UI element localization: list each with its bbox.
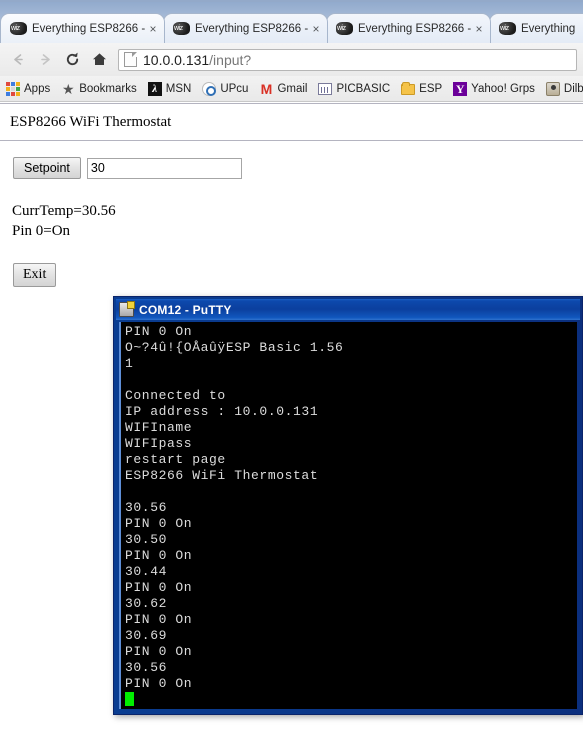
bookmark-label: ESP: [419, 82, 443, 95]
putty-window-icon: [119, 301, 135, 317]
tab-title: Everything: [521, 22, 576, 35]
browser-tab-1[interactable]: Everything ESP8266 - ×: [0, 13, 165, 43]
page-title: ESP8266 WiFi Thermostat: [10, 114, 172, 130]
terminal-line: Connected to: [125, 388, 226, 403]
browser-tab-4[interactable]: Everything: [489, 13, 583, 43]
terminal-line: 30.44: [125, 564, 168, 579]
bookmark-label: MSN: [165, 82, 192, 95]
navigation-toolbar: 10.0.0.131/input?: [0, 43, 583, 77]
bookmark-msn[interactable]: λ MSN: [147, 81, 192, 96]
tab-strip: Everything ESP8266 - × Everything ESP826…: [0, 0, 583, 43]
thermostat-page: ESP8266 WiFi Thermostat Setpoint CurrTem…: [0, 103, 583, 287]
tab-title: Everything ESP8266 -: [32, 22, 146, 35]
terminal-line: PIN 0 On: [125, 612, 193, 627]
terminal-line: 30.50: [125, 532, 168, 547]
bookmark-bookmarks[interactable]: ★ Bookmarks: [61, 82, 137, 96]
terminal-cursor-line: [125, 692, 577, 708]
terminal-line: PIN 0 On: [125, 644, 193, 659]
star-icon: ★: [61, 80, 75, 97]
bookmark-esp[interactable]: ESP: [401, 82, 442, 95]
msn-icon: λ: [147, 81, 162, 96]
browser-tab-2[interactable]: Everything ESP8266 - ×: [163, 13, 328, 43]
wiz-favicon-icon: [10, 22, 27, 35]
status-readout: CurrTemp=30.56 Pin 0=On: [12, 201, 583, 241]
block-cursor-icon: [125, 692, 134, 706]
page-icon: [124, 52, 137, 67]
terminal-line: O~?4û!{OÅaûÿESP Basic 1.56: [125, 340, 344, 355]
tab-close-icon[interactable]: ×: [309, 22, 323, 36]
gmail-icon: M: [260, 80, 273, 97]
bookmark-label: UPcu: [220, 82, 249, 95]
forward-button[interactable]: [32, 46, 59, 73]
exit-form: Exit: [13, 263, 583, 287]
browser-tabs: Everything ESP8266 - × Everything ESP826…: [0, 13, 583, 43]
putty-terminal[interactable]: PIN 0 On O~?4û!{OÅaûÿESP Basic 1.56 1 Co…: [119, 322, 577, 709]
back-button[interactable]: [5, 46, 32, 73]
terminal-line: 30.56: [125, 500, 168, 515]
setpoint-form: Setpoint: [13, 157, 583, 179]
terminal-line: WIFIpass: [125, 436, 193, 451]
bookmark-apps[interactable]: Apps: [6, 81, 51, 96]
terminal-line: IP address : 10.0.0.131: [125, 404, 319, 419]
terminal-line: PIN 0 On: [125, 580, 193, 595]
bookmark-dilbert[interactable]: Dilbe: [545, 81, 583, 96]
address-path: /input?: [209, 51, 252, 68]
upcu-icon: [202, 81, 217, 96]
terminal-line: 30.69: [125, 628, 168, 643]
terminal-line: ESP8266 WiFi Thermostat: [125, 468, 319, 483]
putty-title-bar[interactable]: COM12 - PuTTY: [116, 299, 580, 320]
terminal-line: restart page: [125, 452, 226, 467]
bookmark-label: PICBASIC: [336, 82, 391, 95]
terminal-line: PIN 0 On: [125, 676, 193, 691]
putty-title-text: COM12 - PuTTY: [139, 302, 232, 317]
exit-button[interactable]: Exit: [13, 263, 57, 287]
tab-close-icon[interactable]: ×: [472, 22, 486, 36]
bookmark-label: Apps: [24, 82, 51, 95]
divider-bottom: [0, 140, 583, 142]
bookmark-label: Yahoo! Grps: [471, 82, 535, 95]
address-bar[interactable]: 10.0.0.131/input?: [118, 48, 577, 71]
bookmark-upcu[interactable]: UPcu: [202, 81, 249, 96]
wiz-favicon-icon: [336, 22, 353, 35]
yahoo-icon: Y: [453, 81, 468, 96]
bookmark-yahoo-grps[interactable]: Y Yahoo! Grps: [453, 81, 535, 96]
reload-button[interactable]: [59, 46, 86, 73]
dilbert-icon: [545, 81, 560, 96]
setpoint-button[interactable]: Setpoint: [13, 157, 81, 179]
terminal-line: WIFIname: [125, 420, 193, 435]
apps-grid-icon: [6, 81, 20, 96]
folder-icon: [401, 82, 416, 95]
putty-window-frame: COM12 - PuTTY PIN 0 On O~?4û!{OÅaûÿESP B…: [114, 297, 582, 714]
terminal-line: 1: [125, 356, 134, 371]
current-temperature-line: CurrTemp=30.56: [12, 203, 116, 219]
pin-state-line: Pin 0=On: [12, 223, 71, 239]
putty-window[interactable]: COM12 - PuTTY PIN 0 On O~?4û!{OÅaûÿESP B…: [113, 296, 583, 715]
tab-title: Everything ESP8266 -: [195, 22, 309, 35]
wiz-favicon-icon: [173, 22, 190, 35]
terminal-line: 30.62: [125, 596, 168, 611]
tab-close-icon[interactable]: ×: [146, 22, 160, 36]
tab-strip-top-edge: [0, 0, 583, 2]
bookmark-label: Dilbe: [563, 82, 583, 95]
terminal-line: PIN 0 On: [125, 324, 193, 339]
terminal-line: 30.56: [125, 660, 168, 675]
picbasic-icon: [318, 83, 333, 95]
wiz-favicon-icon: [499, 22, 516, 35]
bookmark-picbasic[interactable]: PICBASIC: [318, 82, 390, 95]
address-host: 10.0.0.131: [143, 51, 210, 68]
address-bar-text: 10.0.0.131/input?: [143, 52, 251, 68]
bookmark-label: Gmail: [277, 82, 308, 95]
bookmark-gmail[interactable]: M Gmail: [259, 80, 308, 97]
tab-title: Everything ESP8266 -: [358, 22, 472, 35]
browser-tab-3[interactable]: Everything ESP8266 - ×: [326, 13, 491, 43]
bookmark-label: Bookmarks: [79, 82, 137, 95]
terminal-line: PIN 0 On: [125, 516, 193, 531]
terminal-line: PIN 0 On: [125, 548, 193, 563]
home-icon[interactable]: [86, 46, 113, 73]
bookmarks-bar: Apps ★ Bookmarks λ MSN UPcu M Gmail PICB…: [0, 76, 583, 102]
setpoint-input[interactable]: [86, 157, 242, 179]
